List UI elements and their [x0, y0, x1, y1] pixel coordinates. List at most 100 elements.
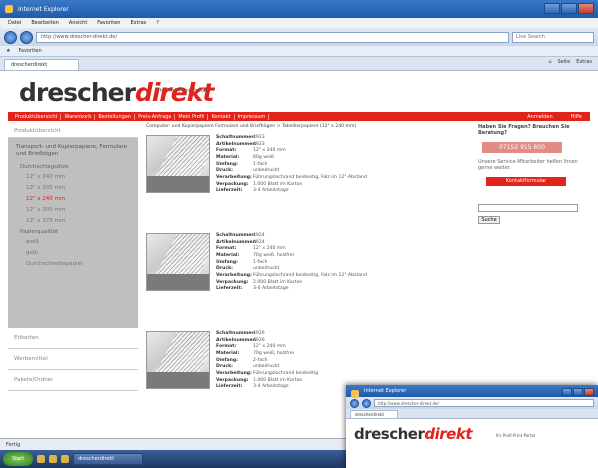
product-list: Computer- und Kopierpapiere Formulare un…: [146, 124, 466, 429]
contact-form-button[interactable]: Kontaktformular: [486, 177, 566, 186]
menu-item-datei[interactable]: Datei: [8, 20, 21, 26]
start-button[interactable]: Start: [3, 452, 33, 466]
product-image[interactable]: [146, 233, 210, 291]
menu-item-help[interactable]: ?: [156, 20, 159, 26]
sidebar-link-pakete[interactable]: Pakete/Ordner: [8, 370, 138, 391]
star-icon[interactable]: ★: [6, 48, 10, 54]
second-tab-bar: drescherdirekt: [346, 409, 598, 419]
sidebar-option[interactable]: 12" x 240 mm: [26, 173, 130, 182]
spec-row: Format: 12" x 240 mm: [216, 246, 367, 253]
sidebar-header[interactable]: Produktübersicht: [8, 124, 138, 138]
address-bar: [0, 28, 598, 46]
spec-value: 70g weiß, holzfrei: [253, 350, 294, 356]
sidebar-group-label: Durchschlagsätze: [20, 164, 69, 171]
spec-label: Lieferzeit:: [216, 384, 243, 390]
sidebar-category-title[interactable]: Transport- und Kopierpapiere, Formulare …: [16, 144, 130, 158]
spec-row: Artikelnummer: 4923: [216, 142, 367, 149]
minimize-button[interactable]: [544, 3, 560, 14]
favorites-label[interactable]: Favoriten: [18, 48, 41, 54]
nav-item-mein-profil[interactable]: Mein Profil: [175, 113, 209, 120]
spec-label: Druck:: [216, 364, 233, 370]
login-link[interactable]: Anmelden: [527, 114, 552, 120]
sidebar-option[interactable]: 12" x 375 mm: [26, 217, 130, 226]
nav-item-produktuebersicht[interactable]: Produktübersicht: [12, 113, 62, 120]
spec-label: Verarbeitung:: [216, 370, 252, 376]
address-input[interactable]: [36, 31, 509, 43]
product-image[interactable]: [146, 135, 210, 193]
product-image[interactable]: [146, 331, 210, 389]
spec-label: Verarbeitung:: [216, 272, 252, 278]
spec-label: Druck:: [216, 266, 233, 272]
taskbar-task-ie[interactable]: drescherdirekt: [73, 453, 143, 465]
spec-value: Führungslochrand beidseitig, Falz im 12"…: [253, 272, 367, 278]
spec-label: Schaltnummer:: [216, 233, 256, 238]
minimize-button[interactable]: [562, 388, 572, 396]
home-icon[interactable]: ⌂: [548, 59, 551, 65]
close-button[interactable]: [578, 3, 594, 14]
second-tab[interactable]: drescherdirekt: [350, 410, 398, 418]
menu-item-ansicht[interactable]: Ansicht: [69, 20, 87, 26]
sidebar-option[interactable]: weiß: [26, 238, 130, 247]
sidebar-link-werbemittel[interactable]: Werbemittel: [8, 349, 138, 370]
spec-label: Material:: [216, 252, 240, 258]
spec-value: unbedruckt: [253, 168, 280, 174]
phone-number[interactable]: 07152 915 600: [482, 142, 562, 153]
breadcrumb: Computer- und Kopierpapiere Formulare un…: [146, 124, 357, 129]
second-window-title: Internet Explorer: [364, 388, 407, 394]
command-extras[interactable]: Extras: [576, 59, 592, 65]
menu-item-favoriten[interactable]: Favoriten: [97, 20, 120, 26]
sidebar-option[interactable]: 12" x 305 mm: [26, 184, 130, 193]
quicklaunch-icon[interactable]: [37, 455, 45, 463]
spec-value: 70g weiß, holzfrei: [253, 252, 294, 258]
tab-drescherdirekt[interactable]: drescherdirekt: [4, 59, 79, 70]
second-site-logo[interactable]: drescherdirekt: [354, 425, 472, 443]
spec-label: Druck:: [216, 168, 233, 174]
spec-value: 3-4 Arbeitstage: [253, 384, 289, 390]
nav-item-bestellungen[interactable]: Bestellungen: [95, 113, 136, 120]
command-page[interactable]: Seite: [558, 59, 571, 65]
favorites-bar: ★ Favoriten: [0, 46, 598, 57]
help-title: Haben Sie Fragen? Brauchen Sie Beratung?: [478, 124, 570, 136]
sidebar-link-etiketten[interactable]: Etiketten: [8, 328, 138, 349]
sidebar-option[interactable]: gelb: [26, 249, 130, 258]
help-link[interactable]: Hilfe: [571, 114, 582, 120]
forward-icon[interactable]: [20, 30, 33, 44]
spec-row: Schaltnummer: 4924: [216, 233, 367, 240]
forward-icon[interactable]: [362, 398, 371, 408]
sidebar-option[interactable]: Durchschreibepapier: [26, 260, 130, 269]
menu-item-extras[interactable]: Extras: [130, 20, 146, 26]
nav-item-kontakt[interactable]: Kontakt: [208, 113, 235, 120]
product-item: Schaltnummer: 4923 Artikelnummer: 4923 Forma…: [146, 135, 466, 233]
spec-value: 3-4 Arbeitstage: [253, 188, 289, 194]
quicklaunch-icon[interactable]: [49, 455, 57, 463]
site-search-button[interactable]: Suche: [478, 216, 500, 224]
product-specs: Schaltnummer: 4926 Artikelnummer: 4926 Forma…: [216, 331, 318, 429]
close-button[interactable]: [584, 388, 594, 396]
help-text: Unsere Service-Mitarbeiter helfen Ihnen …: [478, 159, 578, 171]
product-specs: Schaltnummer: 4924 Artikelnummer: 4924 Forma…: [216, 233, 367, 331]
nav-item-preis-anfrage[interactable]: Preis-Anfrage: [135, 113, 176, 120]
sidebar-option[interactable]: 12" x 305 mm: [26, 206, 130, 215]
spec-label: Schaltnummer:: [216, 135, 256, 140]
nav-item-impressum[interactable]: Impressum: [235, 113, 270, 120]
menu-item-bearbeiten[interactable]: Bearbeiten: [31, 20, 58, 26]
spec-label: Material:: [216, 154, 240, 160]
sidebar: Produktübersicht Transport- und Kopierpa…: [8, 124, 138, 429]
back-icon[interactable]: [4, 30, 17, 44]
second-site-tagline: Ihr Profi-Print-Portal: [496, 433, 536, 438]
spec-row: Schaltnummer: 4926: [216, 331, 318, 338]
search-input[interactable]: [512, 31, 594, 43]
spec-row: Schaltnummer: 4923: [216, 135, 367, 142]
nav-item-warenkorb[interactable]: Warenkorb: [61, 113, 96, 120]
site-search-input[interactable]: [478, 204, 578, 212]
spec-row: Lieferzeit: 3-4 Arbeitstage: [216, 286, 367, 293]
back-icon[interactable]: [350, 398, 359, 408]
quicklaunch-icon[interactable]: [61, 455, 69, 463]
maximize-button[interactable]: [573, 388, 583, 396]
sidebar-option-selected[interactable]: 12" x 240 mm: [26, 195, 130, 204]
ie-icon: [351, 390, 359, 398]
sidebar-group-label: Papierqualität: [20, 229, 59, 236]
second-address-input[interactable]: [374, 399, 594, 407]
window-title: Internet Explorer: [18, 5, 69, 13]
maximize-button[interactable]: [561, 3, 577, 14]
